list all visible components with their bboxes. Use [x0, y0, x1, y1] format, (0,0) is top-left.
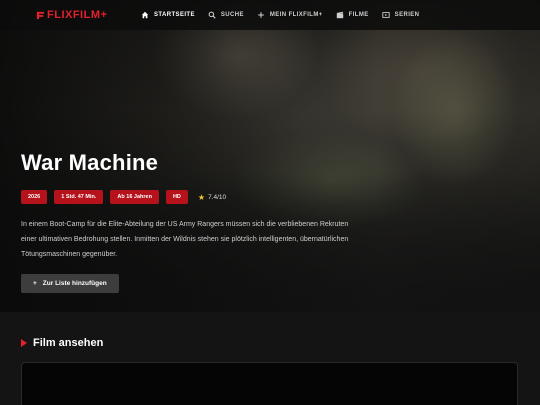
rating-value: 7.4/10	[208, 193, 227, 201]
quality-badge: HD	[165, 190, 188, 204]
star-icon: ★	[197, 192, 206, 202]
movie-meta: 2026 1 Std. 47 Min. Ab 16 Jahren HD ★ 7.…	[21, 190, 381, 204]
plus-icon	[258, 12, 264, 18]
watch-section-title: Film ansehen	[33, 337, 104, 349]
video-player[interactable]	[21, 362, 518, 405]
add-to-list-label: Zur Liste hinzufügen	[42, 280, 107, 287]
nav-item-filme[interactable]: FILME	[336, 11, 369, 19]
nav-item-startseite[interactable]: STARTSEITE	[141, 11, 195, 19]
nav-label: STARTSEITE	[154, 12, 195, 18]
nav-label: SUCHE	[220, 12, 244, 18]
nav-item-mein-flixfilm[interactable]: MEIN FLIXFILM+	[257, 11, 323, 19]
film-icon	[336, 11, 343, 19]
logo-mark-icon	[36, 11, 45, 19]
nav-label: FILME	[348, 12, 369, 18]
brand-name: FLIXFILM+	[47, 9, 108, 21]
brand-logo[interactable]: FLIXFILM+	[36, 9, 107, 21]
nav-label: MEIN FLIXFILM+	[269, 12, 323, 18]
plus-icon: +	[33, 280, 37, 287]
play-triangle-icon	[21, 339, 27, 347]
nav-label: SERIEN	[394, 12, 420, 18]
movie-details: War Machine 2026 1 Std. 47 Min. Ab 16 Ja…	[21, 150, 381, 293]
age-rating-badge: Ab 16 Jahren	[110, 190, 159, 204]
movie-title: War Machine	[21, 150, 159, 175]
watch-section-heading: Film ansehen	[21, 337, 103, 349]
nav-item-suche[interactable]: SUCHE	[208, 11, 244, 19]
nav-item-serien[interactable]: SERIEN	[382, 11, 420, 19]
add-to-list-button[interactable]: + Zur Liste hinzufügen	[21, 274, 119, 293]
main-nav: STARTSEITE SUCHE MEIN FLIXFILM+ FILME SE…	[141, 0, 419, 30]
top-navigation: FLIXFILM+ STARTSEITE SUCHE MEIN FLIXFILM…	[0, 0, 540, 30]
search-icon	[208, 11, 216, 19]
year-badge: 2026	[21, 190, 48, 204]
movie-description: In einem Boot-Camp für die Elite-Abteilu…	[21, 221, 349, 258]
home-icon	[141, 11, 149, 19]
duration-badge: 1 Std. 47 Min.	[54, 190, 104, 204]
rating: ★ 7.4/10	[198, 193, 226, 202]
tv-icon	[382, 12, 390, 18]
